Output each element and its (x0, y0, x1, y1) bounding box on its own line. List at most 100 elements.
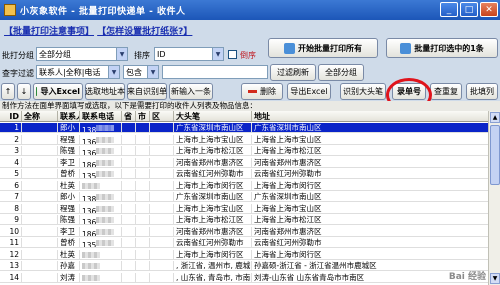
table-row[interactable]: 7 郎小 138 广东省深圳市南山区 广东省深圳市南山区 (0, 192, 500, 202)
table-row[interactable]: 3 陈强 136 上海市上海市松江区 上海省上海市松江区 (0, 146, 500, 156)
filter-refresh-button[interactable]: 过滤刷新 (270, 64, 316, 81)
city-cell (136, 249, 150, 259)
from-recognize-button[interactable]: 来自识别单 (127, 83, 167, 100)
check-duplicate-button[interactable]: 查重复 (430, 83, 462, 100)
district-cell (150, 146, 174, 155)
district-cell (150, 203, 174, 213)
move-up-button[interactable]: ↑ (1, 83, 15, 100)
print-selected-button[interactable]: 批量打印选中的1条 (386, 38, 498, 58)
contact-cell: 杜英 (58, 180, 80, 190)
fullname-cell (22, 157, 58, 167)
table-row[interactable]: 1 郎小 138 广东省深圳市南山区 广东省深圳市南山区 (0, 123, 500, 133)
recipient-table[interactable]: ID 全称 联系人 联系电话 省 市 区 大头笔 地址 1郎小138广东省深圳市… (0, 111, 500, 285)
col-id[interactable]: ID (0, 111, 22, 121)
group-select[interactable]: 全部分组 ▼ (36, 47, 128, 61)
id-cell: 5 (0, 169, 22, 178)
col-fullname[interactable]: 全称 (22, 111, 58, 121)
maximize-button[interactable]: □ (460, 2, 478, 17)
id-cell: 8 (0, 203, 22, 213)
id-cell: 12 (0, 249, 22, 259)
redacted-mask (96, 136, 115, 143)
big-pen-cell: , 山东省, 青岛市, 市南区 (176, 272, 252, 282)
city-cell (136, 215, 150, 224)
table-row[interactable]: 13 孙嘉, 浙江省, 温州市, 鹿城区 孙嘉硕-浙江省 - 浙江省温州市鹿城区 (0, 261, 500, 271)
phone-prefix: 136 (82, 218, 97, 224)
big-pen-cell: 上海市上海市宝山区 (174, 134, 252, 144)
select-address-button[interactable]: 选取地址本 (85, 83, 125, 100)
phone-cell (80, 249, 122, 259)
close-button[interactable]: ✕ (480, 2, 498, 17)
col-phone[interactable]: 联系电话 (80, 111, 122, 121)
redacted-mask (96, 148, 115, 154)
recognize-big-button[interactable]: 识别大头笔 (340, 83, 386, 100)
city-cell (136, 146, 150, 155)
province-cell (122, 203, 136, 213)
city-cell (136, 180, 150, 190)
contact-cell: 曾桥 (58, 238, 80, 247)
scroll-thumb[interactable] (490, 125, 500, 185)
table-row[interactable]: 9 陈强 136 上海市上海市松江区 上海省上海市松江区 (0, 215, 500, 225)
col-province[interactable]: 省 (122, 111, 136, 121)
col-address[interactable]: 地址 (252, 111, 500, 121)
printer-icon (284, 42, 295, 54)
province-cell (122, 123, 136, 132)
reverse-checkbox[interactable] (228, 50, 237, 59)
move-down-button[interactable]: ↓ (17, 83, 31, 100)
scroll-down-icon[interactable]: ▼ (490, 273, 500, 284)
scroll-up-icon[interactable]: ▲ (490, 112, 500, 123)
paper-setup-link[interactable]: 【怎样设置批打纸张?】 (97, 27, 192, 37)
redacted-mask (82, 274, 100, 281)
col-contact[interactable]: 联系人 (58, 111, 80, 121)
province-cell (122, 272, 136, 282)
vertical-scrollbar[interactable]: ▲ ▼ (488, 111, 500, 285)
start-print-all-label: 开始批量打印所有 (298, 43, 362, 53)
minimize-button[interactable]: _ (440, 2, 458, 17)
city-cell (136, 169, 150, 178)
reverse-label: 倒序 (240, 51, 256, 60)
table-row[interactable]: 6 杜英 上海市上海市闵行区 上海省上海市闵行区 (0, 180, 500, 191)
phone-prefix: 136 (82, 206, 97, 213)
phone-prefix: 138 (82, 126, 97, 132)
table-row[interactable]: 4 李卫 186 河南省郑州市惠济区 河南省郑州市惠济区 (0, 157, 500, 168)
delete-label: 删除 (260, 87, 276, 96)
keyword-field-select[interactable]: 联系人|全称|电话 ▼ (36, 65, 120, 79)
redacted-mask (96, 171, 115, 177)
search-input[interactable] (162, 65, 268, 79)
all-groups-button[interactable]: 全部分组 (318, 64, 364, 81)
chevron-down-icon: ▼ (116, 48, 127, 60)
table-row[interactable]: 2 程强 136 上海市上海市宝山区 上海省上海市宝山区 (0, 134, 500, 145)
col-big-pen[interactable]: 大头笔 (174, 111, 252, 121)
delete-button[interactable]: 删除 (241, 83, 283, 100)
city-cell (136, 272, 150, 282)
contact-cell: 郎小 (58, 123, 80, 132)
table-row[interactable]: 11 曾桥 135 云南省红河州弥勒市 云南省红河州弥勒市 (0, 238, 500, 248)
import-excel-label: 导入Excel (40, 87, 80, 96)
match-select[interactable]: 包含 ▼ (123, 65, 159, 79)
batch-fill-button[interactable]: 批填列 (466, 83, 498, 100)
table-row[interactable]: 12 杜英 上海市上海市闵行区 上海省上海市闵行区 (0, 249, 500, 260)
province-cell (122, 226, 136, 236)
address-cell: 云南省红河州弥勒市 (252, 169, 500, 178)
table-row[interactable]: 10 李卫 186 河南省郑州市惠济区 河南省郑州市惠济区 (0, 226, 500, 237)
export-excel-button[interactable]: 导出Excel (287, 83, 331, 100)
address-cell: 河南省郑州市惠济区 (252, 226, 500, 236)
new-entry-button[interactable]: 新输入一条 (169, 83, 213, 100)
contact-cell: 郎小 (58, 192, 80, 201)
table-row[interactable]: 14 刘涛, 山东省, 青岛市, 市南区 刘涛-山东省 山东省青岛市市南区 (0, 272, 500, 283)
table-row[interactable]: 5 曾桥 135 云南省红河州弥勒市 云南省红河州弥勒市 (0, 169, 500, 179)
id-cell: 7 (0, 192, 22, 201)
printer-icon (400, 42, 412, 54)
table-row[interactable]: 8 程强 136 上海市上海市宝山区 上海省上海市宝山区 (0, 203, 500, 214)
start-print-all-button[interactable]: 开始批量打印所有 (268, 38, 378, 58)
big-pen-cell: 广东省深圳市南山区 (174, 123, 252, 132)
sort-select[interactable]: ID ▼ (154, 47, 224, 61)
fullname-cell (22, 215, 58, 224)
district-cell (150, 157, 174, 167)
import-excel-button[interactable]: 导入Excel (33, 83, 83, 100)
col-district[interactable]: 区 (150, 111, 174, 121)
notice-link[interactable]: 【批量打印注意事项】 (4, 27, 94, 37)
province-cell (122, 192, 136, 201)
id-cell: 14 (0, 272, 22, 282)
col-city[interactable]: 市 (136, 111, 150, 121)
district-cell (150, 215, 174, 224)
